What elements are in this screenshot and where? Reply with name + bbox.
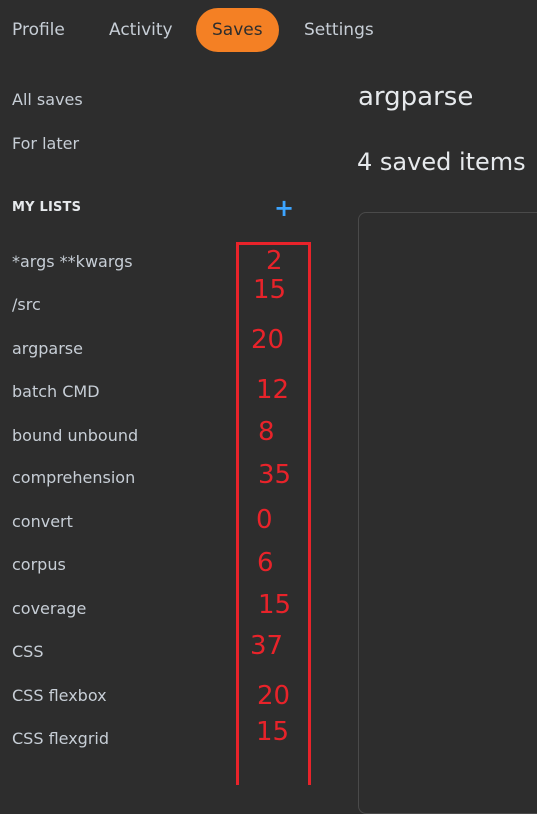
list-item[interactable]: batch CMD bbox=[12, 382, 100, 401]
annotation-number: 8 bbox=[258, 417, 275, 447]
list-item[interactable]: corpus bbox=[12, 555, 66, 574]
list-item[interactable]: convert bbox=[12, 512, 73, 531]
annotation-number: 0 bbox=[256, 505, 273, 535]
page-title: argparse bbox=[358, 82, 474, 112]
annotation-number: 35 bbox=[258, 460, 292, 490]
saved-items-card bbox=[358, 212, 537, 814]
annotation-number: 2 bbox=[266, 246, 283, 276]
tab-settings[interactable]: Settings bbox=[304, 8, 374, 52]
list-item[interactable]: comprehension bbox=[12, 468, 135, 487]
list-item[interactable]: /src bbox=[12, 295, 41, 314]
annotation-number: 15 bbox=[253, 275, 287, 305]
saved-items-count: 4 saved items bbox=[357, 148, 526, 176]
list-item[interactable]: CSS flexgrid bbox=[12, 729, 109, 748]
annotation-number: 20 bbox=[251, 325, 285, 355]
plus-icon[interactable]: + bbox=[274, 196, 294, 220]
my-lists-header: MY LISTS + bbox=[12, 196, 294, 220]
annotation-number: 15 bbox=[258, 590, 292, 620]
sidebar-item-for-later[interactable]: For later bbox=[12, 134, 79, 153]
list-item[interactable]: bound unbound bbox=[12, 426, 138, 445]
annotation-number: 37 bbox=[250, 631, 284, 661]
annotation-number: 6 bbox=[257, 548, 274, 578]
list-item[interactable]: CSS bbox=[12, 642, 43, 661]
tab-saves[interactable]: Saves bbox=[196, 8, 279, 52]
my-lists-title: MY LISTS bbox=[12, 200, 82, 215]
list-item[interactable]: CSS flexbox bbox=[12, 686, 107, 705]
tab-activity[interactable]: Activity bbox=[109, 8, 173, 52]
list-item[interactable]: *args **kwargs bbox=[12, 252, 133, 271]
tab-profile[interactable]: Profile bbox=[12, 8, 65, 52]
list-item[interactable]: coverage bbox=[12, 599, 86, 618]
annotation-number: 20 bbox=[257, 681, 291, 711]
annotation-number: 12 bbox=[256, 375, 290, 405]
annotation-number: 15 bbox=[256, 717, 290, 747]
sidebar-item-all-saves[interactable]: All saves bbox=[12, 90, 83, 109]
list-item[interactable]: argparse bbox=[12, 339, 83, 358]
